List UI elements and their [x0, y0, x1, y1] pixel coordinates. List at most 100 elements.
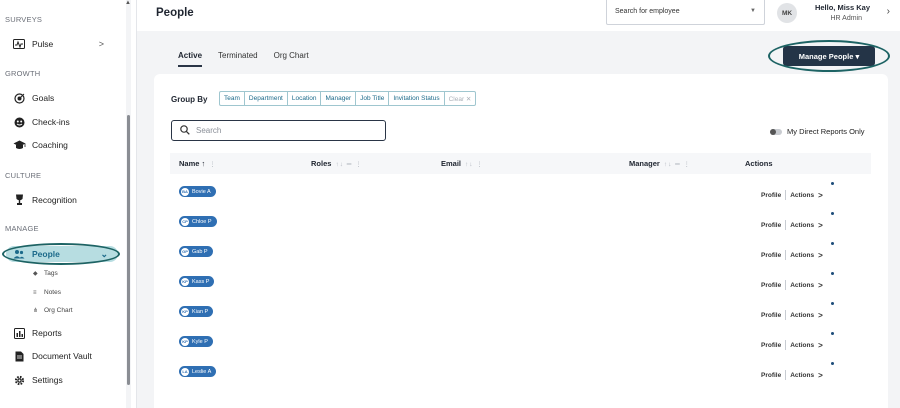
tab-org-chart[interactable]: Org Chart [274, 51, 309, 67]
section-label-surveys: SURVEYS [5, 15, 43, 24]
chevron-right-icon: > [98, 39, 104, 49]
chevron-right-icon[interactable]: > [818, 251, 823, 260]
indicator-dot [831, 332, 834, 335]
employee-name-pill[interactable]: KP Kian P [179, 306, 214, 317]
tab-terminated[interactable]: Terminated [218, 51, 258, 67]
sidebar-item-settings[interactable]: Settings [0, 371, 120, 389]
profile-link[interactable]: Profile [761, 222, 781, 229]
user-role: HR Admin [830, 15, 862, 22]
table-row: KP Kyle P Profile Actions > [170, 332, 871, 362]
profile-link[interactable]: Profile [761, 372, 781, 379]
actions-link[interactable]: Actions [790, 282, 814, 289]
employee-search-dropdown[interactable]: Search for employee ▼ [606, 0, 765, 25]
group-by-manager[interactable]: Manager [321, 92, 357, 105]
sidebar-scrollbar-thumb[interactable] [127, 115, 130, 385]
sidebar-subitem-org-chart[interactable]: ⋔ Org Chart [33, 307, 73, 314]
people-search[interactable] [171, 120, 386, 141]
column-menu-icon[interactable]: ⋮ [209, 161, 217, 168]
sidebar-subitem-notes[interactable]: ≡ Notes [33, 289, 61, 296]
group-by-chips: Team Department Location Manager Job Tit… [219, 91, 477, 106]
tab-active[interactable]: Active [178, 51, 203, 67]
group-by-location[interactable]: Location [288, 92, 322, 105]
section-label-growth: GROWTH [5, 69, 41, 78]
profile-link[interactable]: Profile [761, 192, 781, 199]
column-header-name[interactable]: Name ↑ ⋮ [179, 159, 217, 168]
column-header-manager[interactable]: Manager ↑↓ ═ ⋮ [629, 159, 691, 168]
action-divider [785, 340, 787, 350]
employee-name-pill[interactable]: BA Bovie A [179, 186, 216, 197]
sidebar-item-reports[interactable]: Reports [0, 324, 120, 342]
sidebar-item-coaching[interactable]: Coaching [0, 136, 120, 154]
sidebar-subitem-label: Org Chart [44, 307, 73, 314]
column-header-email[interactable]: Email ↑↓ ⋮ [441, 159, 484, 168]
profile-link[interactable]: Profile [761, 282, 781, 289]
sidebar-item-label: Reports [32, 328, 62, 338]
sidebar-subitem-tags[interactable]: ◆ Tags [33, 270, 58, 277]
employee-initials: LA [181, 367, 189, 376]
group-by-clear-button[interactable]: Clear ✕ [445, 92, 476, 105]
sidebar-item-goals[interactable]: Goals [0, 89, 120, 107]
actions-link[interactable]: Actions [790, 192, 814, 199]
row-actions: Profile Actions > [761, 242, 834, 260]
sidebar: ▲ SURVEYS Pulse > GROWTH Goals Check-ins [0, 0, 137, 408]
sidebar-item-label: Coaching [32, 140, 68, 150]
gear-icon [12, 373, 26, 387]
table-header: Name ↑ ⋮ Roles ↑↓ ═ ⋮ Email ↑↓ ⋮ Manager ↑↓ … [170, 153, 871, 174]
table-row: CP Chloe P Profile Actions > [170, 212, 871, 242]
employee-name: Kian P [192, 308, 209, 315]
profile-link[interactable]: Profile [761, 312, 781, 319]
manage-people-button[interactable]: Manage People ▾ [783, 46, 875, 66]
group-by-job-title[interactable]: Job Title [356, 92, 390, 105]
direct-reports-toggle[interactable] [770, 129, 782, 135]
sidebar-item-label: Pulse [32, 39, 54, 49]
chevron-right-icon[interactable]: > [818, 311, 823, 320]
profile-link[interactable]: Profile [761, 342, 781, 349]
actions-link[interactable]: Actions [790, 252, 814, 259]
sidebar-item-pulse[interactable]: Pulse > [0, 35, 120, 53]
sort-filter-menu-icon[interactable]: ↑↓ ═ ⋮ [664, 161, 691, 168]
sidebar-subitem-label: Tags [44, 270, 58, 277]
sidebar-item-checkins[interactable]: Check-ins [0, 113, 120, 131]
chevron-right-icon[interactable]: > [818, 341, 823, 350]
profile-link[interactable]: Profile [761, 252, 781, 259]
actions-link[interactable]: Actions [790, 222, 814, 229]
chevron-right-icon[interactable]: > [818, 371, 823, 380]
indicator-dot [831, 182, 834, 185]
employee-name: Chloe P [192, 218, 212, 225]
chevron-down-icon: ▼ [750, 8, 756, 14]
action-divider [785, 250, 787, 260]
table-row: BA Bovie A Profile Actions > [170, 182, 871, 212]
chevron-right-icon[interactable]: > [818, 191, 823, 200]
employee-name: Bovie A [192, 188, 211, 195]
chevron-right-icon[interactable]: > [818, 281, 823, 290]
user-menu-chevron-icon[interactable]: › [887, 6, 890, 17]
employee-name-pill[interactable]: CP Chloe P [179, 216, 217, 227]
employee-name: Gab P [192, 248, 208, 255]
table-row: GP Gab P Profile Actions > [170, 242, 871, 272]
employee-name-pill[interactable]: LA Leslie A [179, 366, 217, 377]
sidebar-item-people[interactable]: People ⌄ [6, 246, 118, 262]
employee-name-pill[interactable]: KP Kyle P [179, 336, 213, 347]
employee-name-pill[interactable]: KP Kass P [179, 276, 215, 287]
search-input[interactable] [196, 126, 376, 135]
sidebar-item-label: Goals [32, 93, 55, 103]
actions-link[interactable]: Actions [790, 342, 814, 349]
sort-filter-menu-icon[interactable]: ↑↓ ═ ⋮ [335, 161, 362, 168]
group-by-team[interactable]: Team [220, 92, 245, 105]
group-by-invitation-status[interactable]: Invitation Status [389, 92, 445, 105]
actions-link[interactable]: Actions [790, 312, 814, 319]
sidebar-item-recognition[interactable]: Recognition [0, 191, 120, 209]
column-header-roles[interactable]: Roles ↑↓ ═ ⋮ [311, 159, 363, 168]
scroll-up-arrow-icon[interactable]: ▲ [125, 0, 131, 6]
sort-menu-icon[interactable]: ↑↓ ⋮ [465, 161, 484, 168]
group-by-department[interactable]: Department [245, 92, 288, 105]
org-chart-icon: ⋔ [33, 308, 39, 314]
sidebar-subitem-label: Notes [44, 289, 61, 296]
sidebar-item-document-vault[interactable]: Document Vault [0, 347, 120, 365]
actions-link[interactable]: Actions [790, 372, 814, 379]
employee-name-pill[interactable]: GP Gab P [179, 246, 213, 257]
employee-search-value: Search for employee [615, 8, 680, 15]
user-greeting[interactable]: Hello, Miss Kay [815, 3, 870, 12]
avatar[interactable]: MK [777, 3, 797, 23]
chevron-right-icon[interactable]: > [818, 221, 823, 230]
